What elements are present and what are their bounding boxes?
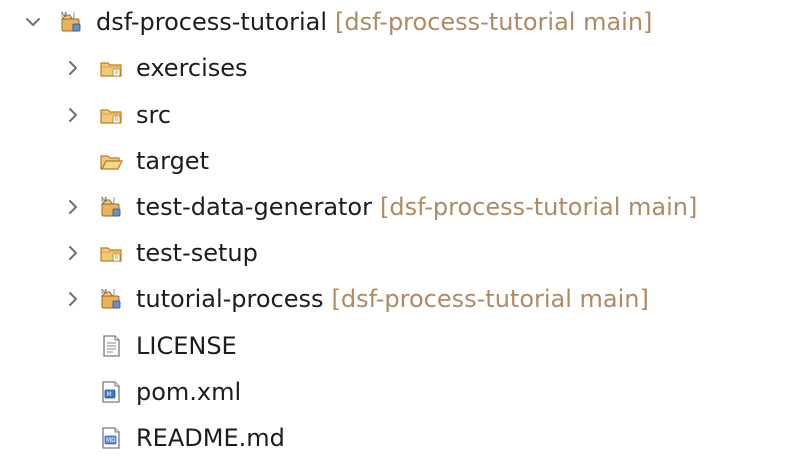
svg-text:J: J — [112, 196, 115, 204]
tree-node-src[interactable]: src — [64, 95, 171, 135]
tree-node-label: src — [136, 101, 172, 129]
tree-node-label: test-data-generator — [136, 193, 372, 221]
maven-project-icon: M J — [98, 194, 124, 220]
tree-node-label: LICENSE — [136, 332, 237, 360]
tree-node-label: tutorial-process — [136, 285, 324, 313]
tree-node-dsf-process-tutorial[interactable]: M J dsf-process-tutorial [dsf-process-tu… — [24, 2, 652, 42]
svg-text:J: J — [112, 288, 115, 296]
project-explorer-tree: M J dsf-process-tutorial [dsf-process-tu… — [0, 0, 795, 452]
markdown-file-icon: MD — [98, 425, 124, 451]
tree-node-tutorial-process[interactable]: M J tutorial-process [dsf-process-tutori… — [64, 279, 649, 319]
maven-pom-icon: M — [98, 379, 124, 405]
chevron-right-icon[interactable] — [64, 244, 82, 262]
maven-project-icon: M J — [58, 9, 84, 35]
tree-node-label: dsf-process-tutorial — [96, 8, 328, 36]
tree-node-target[interactable]: target — [98, 141, 209, 181]
repository-branch-label: [dsf-process-tutorial main] — [335, 8, 653, 36]
chevron-right-icon[interactable] — [64, 198, 82, 216]
tree-node-pom-xml[interactable]: M pom.xml — [98, 372, 241, 412]
chevron-right-icon[interactable] — [64, 59, 82, 77]
tree-node-test-data-generator[interactable]: M J test-data-generator [dsf-process-tut… — [64, 187, 697, 227]
tree-node-license[interactable]: LICENSE — [98, 326, 237, 366]
chevron-right-icon[interactable] — [64, 106, 82, 124]
tree-node-readme-md[interactable]: MD README.md — [98, 418, 285, 458]
maven-project-icon: M J — [98, 286, 124, 312]
tree-node-label: exercises — [136, 54, 248, 82]
repository-branch-label: [dsf-process-tutorial main] — [331, 285, 649, 313]
chevron-down-icon[interactable] — [24, 13, 42, 31]
svg-text:J: J — [72, 11, 75, 19]
folder-icon — [98, 240, 124, 266]
folder-icon — [98, 55, 124, 81]
tree-node-exercises[interactable]: exercises — [64, 48, 248, 88]
tree-node-label: pom.xml — [136, 378, 242, 406]
svg-text:MD: MD — [106, 437, 116, 444]
repository-branch-label: [dsf-process-tutorial main] — [379, 193, 698, 221]
svg-text:M: M — [61, 11, 67, 19]
text-file-icon — [98, 333, 124, 359]
svg-text:M: M — [107, 391, 112, 398]
folder-icon — [98, 102, 124, 128]
tree-node-label: README.md — [136, 424, 285, 452]
tree-node-test-setup[interactable]: test-setup — [64, 233, 258, 273]
tree-node-label: target — [136, 147, 209, 175]
svg-text:M: M — [101, 288, 107, 296]
tree-node-label: test-setup — [136, 239, 258, 267]
open-folder-icon — [98, 148, 124, 174]
chevron-right-icon[interactable] — [64, 290, 82, 308]
svg-text:M: M — [101, 196, 107, 204]
